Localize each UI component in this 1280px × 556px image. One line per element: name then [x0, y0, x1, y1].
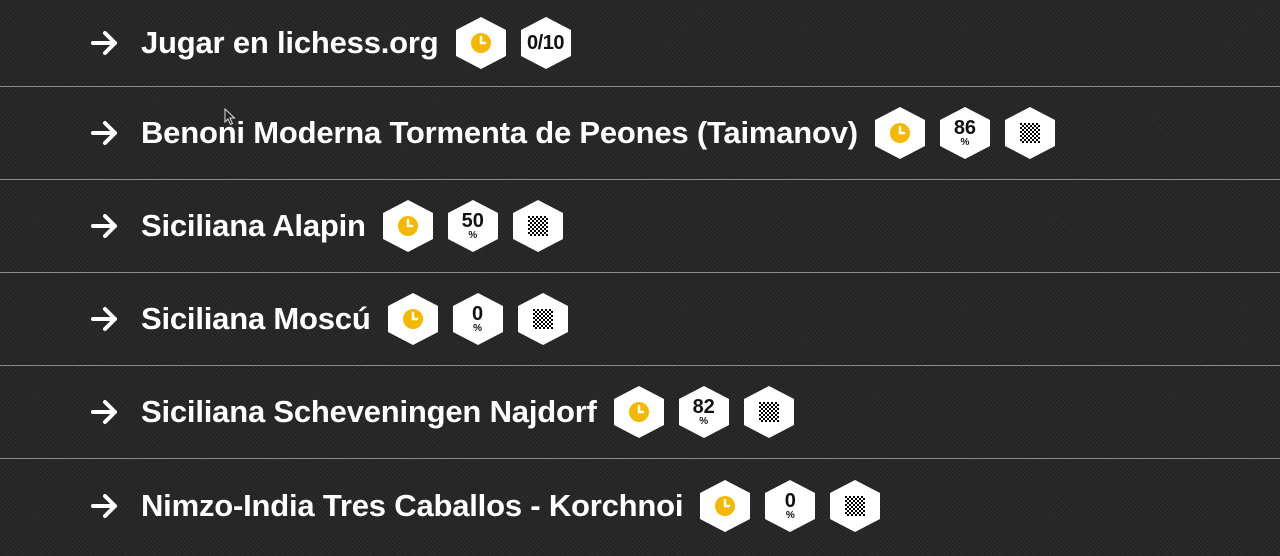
chessboard-icon: [532, 309, 553, 329]
list-item-title: Benoni Moderna Tormenta de Peones (Taima…: [141, 115, 858, 150]
percent-badge: 86 %: [939, 106, 991, 160]
arrow-right-icon: [90, 118, 120, 148]
percent-value: 86: [953, 117, 977, 139]
board-badge[interactable]: [743, 385, 795, 439]
percent-sign: %: [960, 137, 970, 148]
progress-count-badge: 0/10: [520, 16, 572, 70]
percent-value: 0: [472, 303, 484, 325]
list-item-title: Nimzo-India Tres Caballos - Korchnoi: [141, 487, 684, 523]
list-item-opening[interactable]: Siciliana Moscú 0 %: [0, 273, 1280, 366]
percent-badge: 0 %: [452, 292, 504, 346]
opening-list: Jugar en lichess.org 0/10 Benoni Moderna…: [0, 0, 1280, 552]
clock-badge: [699, 479, 751, 533]
arrow-right-icon: [90, 397, 120, 427]
badge-group: 0 %: [387, 292, 569, 346]
badge-group: 86 %: [874, 106, 1056, 160]
board-badge[interactable]: [512, 199, 564, 253]
arrow-right-icon: [90, 304, 120, 334]
list-item-play-lichess[interactable]: Jugar en lichess.org 0/10: [0, 0, 1280, 87]
list-item-title: Siciliana Scheveningen Najdorf: [141, 394, 597, 429]
clock-icon: [628, 402, 649, 422]
list-item-title: Siciliana Alapin: [141, 208, 366, 243]
mouse-cursor-icon: [224, 107, 236, 126]
clock-icon: [715, 495, 736, 516]
list-item-opening[interactable]: Siciliana Scheveningen Najdorf 82 %: [0, 366, 1280, 459]
arrow-right-icon: [90, 28, 120, 58]
chessboard-icon: [527, 216, 548, 236]
board-badge[interactable]: [1004, 106, 1056, 160]
percent-badge: 50 %: [447, 199, 499, 253]
percent-badge: 0 %: [764, 479, 816, 533]
percent-sign: %: [473, 323, 483, 334]
progress-count: 0/10: [527, 31, 564, 54]
clock-badge: [455, 16, 507, 70]
percent-badge: 82 %: [678, 385, 730, 439]
percent-sign: %: [468, 230, 478, 241]
arrow-right-icon: [90, 491, 120, 521]
board-badge[interactable]: [517, 292, 569, 346]
board-badge[interactable]: [829, 479, 881, 533]
chessboard-icon: [845, 495, 866, 516]
chessboard-icon: [758, 402, 779, 422]
clock-icon: [889, 123, 910, 143]
badge-group: 50 %: [382, 199, 564, 253]
percent-sign: %: [699, 416, 709, 427]
chessboard-icon: [1019, 123, 1040, 143]
list-item-opening[interactable]: Siciliana Alapin 50 %: [0, 180, 1280, 273]
percent-value: 82: [692, 396, 715, 418]
list-item-title: Siciliana Moscú: [141, 301, 371, 336]
badge-group: 82 %: [613, 385, 795, 439]
clock-icon: [402, 309, 423, 329]
list-item-opening[interactable]: Nimzo-India Tres Caballos - Korchnoi 0 %: [0, 459, 1280, 552]
list-item-title: Jugar en lichess.org: [141, 25, 439, 60]
clock-icon: [470, 33, 491, 53]
clock-icon: [397, 216, 418, 236]
arrow-right-icon: [90, 211, 120, 241]
clock-badge: [874, 106, 926, 160]
badge-group: 0/10: [455, 16, 572, 70]
clock-badge: [613, 385, 665, 439]
badge-group: 0 %: [699, 479, 881, 533]
clock-badge: [387, 292, 439, 346]
clock-badge: [382, 199, 434, 253]
percent-sign: %: [785, 509, 795, 521]
percent-value: 50: [461, 210, 484, 232]
list-item-opening[interactable]: Benoni Moderna Tormenta de Peones (Taima…: [0, 87, 1280, 180]
percent-value: 0: [784, 489, 796, 512]
